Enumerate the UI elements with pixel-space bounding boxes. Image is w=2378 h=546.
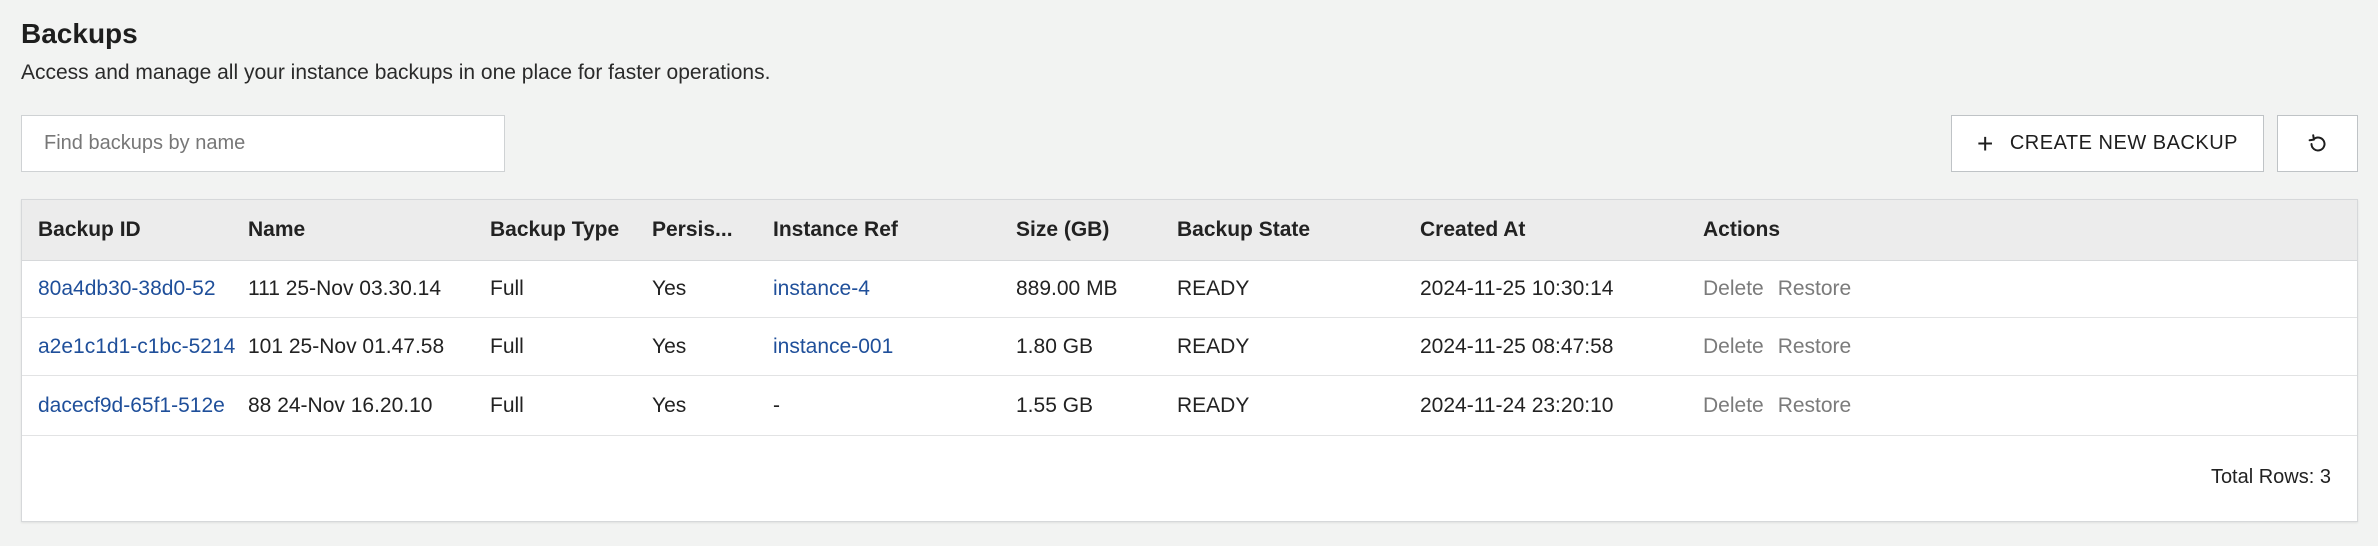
backup-size: 1.55 GB: [1016, 393, 1094, 417]
create-new-backup-button[interactable]: + CREATE NEW BACKUP: [1951, 115, 2264, 172]
backup-type: Full: [490, 276, 524, 300]
backups-table: Backup ID Name Backup Type Persis... Ins…: [21, 199, 2358, 522]
backup-state: READY: [1177, 334, 1250, 358]
backup-name: 111 25-Nov 03.30.14: [248, 276, 442, 300]
row-actions: Delete Restore: [1703, 260, 2003, 317]
plus-icon: +: [1976, 127, 1994, 159]
column-header-backup-state[interactable]: Backup State: [1177, 200, 1407, 260]
search-input[interactable]: [21, 115, 505, 172]
backup-persistent: Yes: [652, 334, 687, 358]
row-actions: Delete Restore: [1703, 376, 2003, 435]
column-header-size[interactable]: Size (GB): [1016, 200, 1166, 260]
total-rows: Total Rows: 3: [2210, 466, 2331, 488]
backup-persistent: Yes: [652, 393, 687, 417]
backup-created-at: 2024-11-25 08:47:58: [1420, 334, 1614, 358]
page-subtitle: Access and manage all your instance back…: [21, 61, 771, 84]
column-header-backup-id[interactable]: Backup ID: [38, 200, 238, 260]
table-row: a2e1c1d1-c1bc-5214 101 25-Nov 01.47.58 F…: [22, 318, 2357, 376]
column-header-instance-ref[interactable]: Instance Ref: [773, 200, 1003, 260]
backup-state: READY: [1177, 393, 1250, 417]
delete-button[interactable]: Delete: [1703, 335, 1764, 359]
restore-button[interactable]: Restore: [1778, 394, 1852, 418]
restore-button[interactable]: Restore: [1778, 335, 1852, 359]
backup-id-link[interactable]: 80a4db30-38d0-52: [38, 260, 238, 317]
instance-ref-link[interactable]: instance-001: [773, 318, 1003, 375]
delete-button[interactable]: Delete: [1703, 394, 1764, 418]
column-header-backup-type[interactable]: Backup Type: [490, 200, 640, 260]
column-header-created-at[interactable]: Created At: [1420, 200, 1690, 260]
backup-name: 101 25-Nov 01.47.58: [248, 334, 445, 358]
backup-created-at: 2024-11-25 10:30:14: [1420, 276, 1614, 300]
create-new-backup-label: CREATE NEW BACKUP: [2009, 132, 2239, 154]
instance-ref: -: [773, 393, 780, 417]
page-title: Backups: [21, 18, 138, 49]
backup-size: 889.00 MB: [1016, 276, 1118, 300]
row-actions: Delete Restore: [1703, 318, 2003, 375]
backup-state: READY: [1177, 276, 1250, 300]
refresh-icon: [2308, 133, 2325, 151]
backup-size: 1.80 GB: [1016, 334, 1094, 358]
backup-id-link[interactable]: dacecf9d-65f1-512e: [38, 376, 238, 435]
backup-id-link[interactable]: a2e1c1d1-c1bc-5214: [38, 318, 238, 375]
backup-created-at: 2024-11-24 23:20:10: [1420, 393, 1614, 417]
table-row: 80a4db30-38d0-52 111 25-Nov 03.30.14 Ful…: [22, 260, 2357, 318]
backup-name: 88 24-Nov 16.20.10: [248, 393, 433, 417]
table-row: dacecf9d-65f1-512e 88 24-Nov 16.20.10 Fu…: [22, 376, 2357, 436]
backup-type: Full: [490, 334, 524, 358]
column-header-persistent[interactable]: Persis...: [652, 200, 762, 260]
backup-type: Full: [490, 393, 524, 417]
refresh-button[interactable]: [2277, 115, 2358, 172]
delete-button[interactable]: Delete: [1703, 277, 1764, 301]
column-header-name[interactable]: Name: [248, 200, 478, 260]
table-header: Backup ID Name Backup Type Persis... Ins…: [22, 200, 2357, 261]
restore-button[interactable]: Restore: [1778, 277, 1852, 301]
backups-page: Backups Access and manage all your insta…: [0, 0, 2378, 546]
backup-persistent: Yes: [652, 276, 687, 300]
column-header-actions: Actions: [1703, 218, 1781, 241]
instance-ref-link[interactable]: instance-4: [773, 260, 1003, 317]
